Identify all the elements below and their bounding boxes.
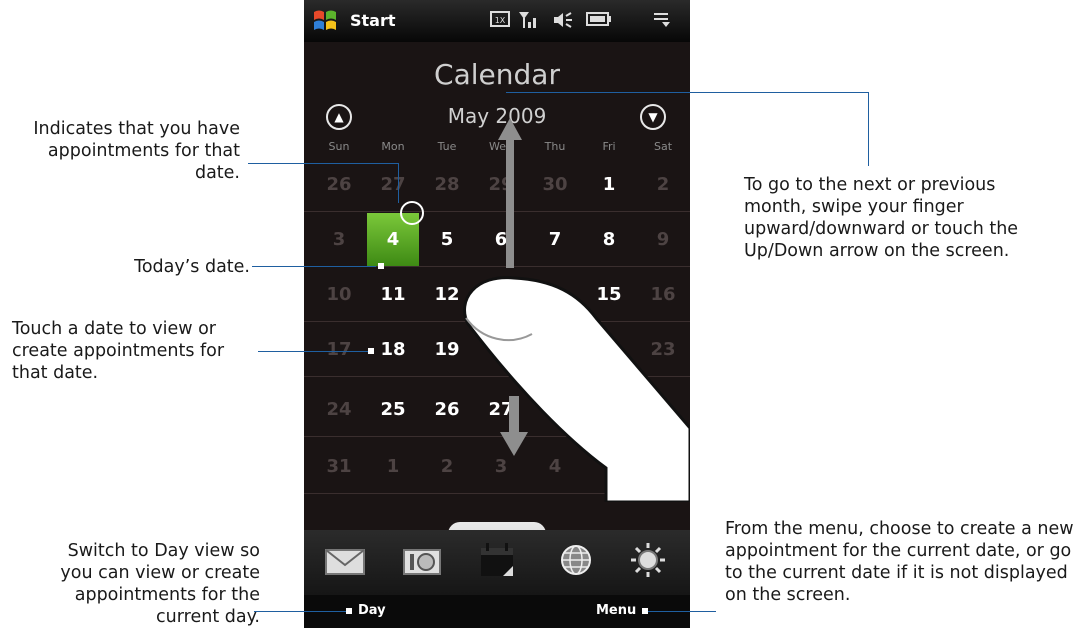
grid-divider <box>304 211 690 212</box>
appointment-marker-circle <box>400 201 424 225</box>
month-label: May 2009 <box>447 104 547 128</box>
windows-logo-icon[interactable] <box>312 8 338 34</box>
date-cell[interactable]: 1 <box>583 158 635 211</box>
network-1x-icon[interactable]: 1X <box>490 10 510 33</box>
appointments-annotation: Indicates that you have appointments for… <box>33 119 240 183</box>
today-leader <box>252 266 376 267</box>
menu-leader <box>648 611 716 612</box>
touch-date-annotation: Touch a date to view or create appointme… <box>12 319 225 383</box>
settings-icon[interactable] <box>622 540 674 580</box>
swipe-up-arrow-icon <box>498 118 522 268</box>
weekday-label: Tue <box>437 140 457 153</box>
date-cell[interactable]: 7 <box>529 213 581 266</box>
date-cell[interactable]: 31 <box>313 440 365 493</box>
internet-icon[interactable] <box>550 540 602 580</box>
touch-date-leader <box>258 351 368 352</box>
switch-day-leader <box>254 611 346 612</box>
next-month-leader <box>506 92 868 93</box>
date-cell[interactable]: 11 <box>367 268 419 321</box>
phone-screen: Start 1X Calendar ▲ May 2009 ▼ Sun Mon Tue… <box>304 0 690 628</box>
date-cell[interactable]: 28 <box>421 158 473 211</box>
date-cell[interactable]: 1 <box>367 440 419 493</box>
date-cell[interactable]: 24 <box>313 383 365 436</box>
softkey-bar: Day Menu <box>304 595 690 628</box>
next-month-annotation: To go to the next or previous month, swi… <box>744 175 1019 261</box>
finger-icon <box>463 276 690 502</box>
start-button[interactable]: Start <box>350 11 396 30</box>
calendar-title: Calendar <box>434 58 560 91</box>
date-cell[interactable]: 3 <box>313 213 365 266</box>
date-cell[interactable]: 30 <box>529 158 581 211</box>
date-cell[interactable]: 26 <box>313 158 365 211</box>
switch-day-annotation: Switch to Day view so you can view or cr… <box>60 541 260 627</box>
next-month-button[interactable]: ▼ <box>640 104 666 130</box>
weekday-label: Thu <box>544 140 566 153</box>
weekday-label: Mon <box>381 140 405 153</box>
mail-icon[interactable] <box>320 540 372 580</box>
volume-icon[interactable] <box>552 10 574 35</box>
weekday-label: Sat <box>653 140 673 153</box>
today-annotation: Today’s date. <box>134 257 250 277</box>
menu-icon[interactable] <box>652 10 672 33</box>
chevron-down-icon: ▼ <box>648 110 658 124</box>
date-cell[interactable]: 2 <box>637 158 689 211</box>
appointments-leader-v <box>398 163 399 203</box>
date-cell[interactable]: 18 <box>367 323 419 376</box>
camera-icon[interactable] <box>396 540 448 580</box>
calendar-icon[interactable] <box>471 540 523 580</box>
date-cell[interactable]: 10 <box>313 268 365 321</box>
day-softkey-marker <box>346 608 352 614</box>
day-softkey[interactable]: Day <box>358 603 386 618</box>
date-cell[interactable]: 9 <box>637 213 689 266</box>
weekday-header: Sun Mon Tue Wed Thu Fri Sat <box>304 140 690 156</box>
menu-softkey[interactable]: Menu <box>596 603 636 618</box>
signal-icon[interactable] <box>518 10 540 35</box>
date-cell[interactable]: 25 <box>367 383 419 436</box>
menu-annotation: From the menu, choose to create a new ap… <box>725 519 1074 605</box>
weekday-label: Fri <box>602 140 616 153</box>
weekday-label: Sun <box>328 140 350 153</box>
today-marker <box>378 263 384 269</box>
date-cell[interactable]: 5 <box>421 213 473 266</box>
appointments-leader <box>248 163 398 164</box>
svg-text:1X: 1X <box>495 16 506 25</box>
date-marker <box>368 348 374 354</box>
date-cell[interactable]: 8 <box>583 213 635 266</box>
status-bar: Start 1X <box>304 0 690 42</box>
next-month-leader-v <box>868 92 869 166</box>
battery-icon[interactable] <box>586 10 612 33</box>
date-cell[interactable]: 17 <box>313 323 365 376</box>
